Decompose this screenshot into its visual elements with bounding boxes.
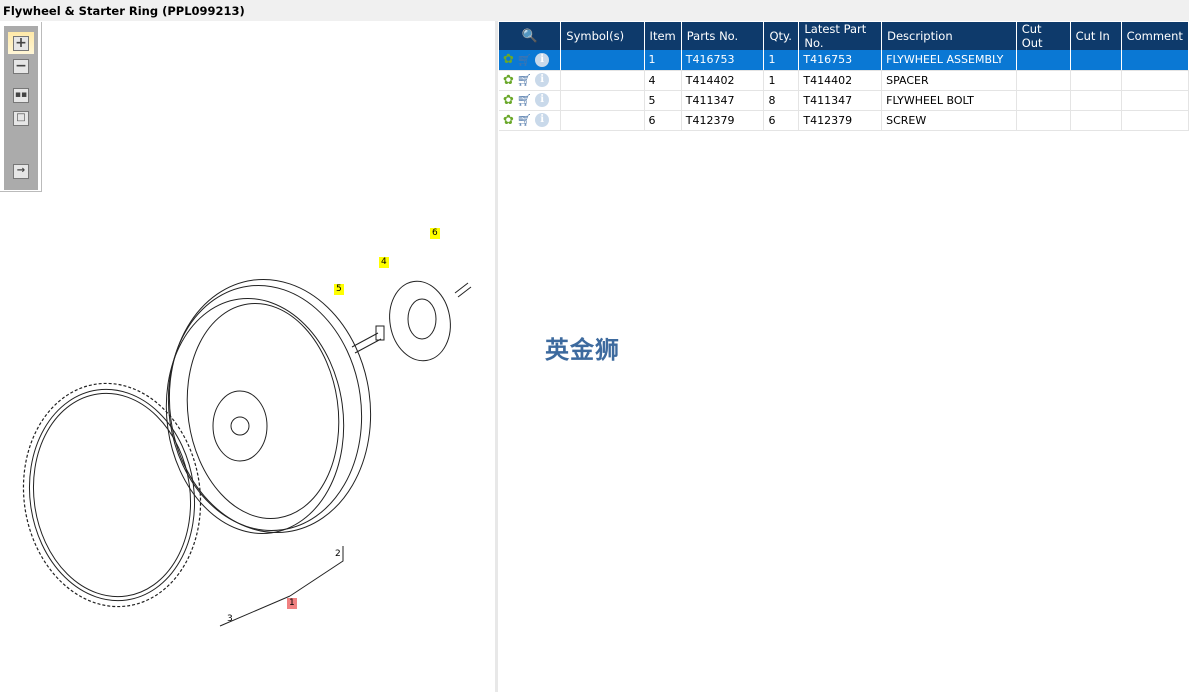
cell-description: FLYWHEEL ASSEMBLY — [881, 50, 1017, 71]
cell-latest: T416753 — [798, 50, 883, 71]
screw — [454, 282, 472, 298]
cart-icon[interactable]: 🛒︎ — [517, 53, 532, 67]
cell-item: 1 — [644, 50, 682, 71]
cart-icon[interactable]: 🛒︎ — [517, 93, 532, 107]
cell-cut-out — [1016, 50, 1071, 71]
cell-parts-no: T412379 — [681, 110, 765, 131]
cell-cut-in — [1070, 50, 1122, 71]
cell-symbols — [560, 50, 645, 71]
parts-list-panel: 🔍 Symbol(s) Item Parts No. Qty. Latest P… — [498, 21, 1189, 692]
search-icon: 🔍 — [521, 28, 538, 44]
header-parts-no[interactable]: Parts No. — [681, 22, 765, 50]
cell-cut-in — [1070, 110, 1122, 131]
cell-qty: 6 — [763, 110, 800, 131]
cell-comment — [1121, 50, 1189, 71]
header-symbols[interactable]: Symbol(s) — [560, 22, 645, 50]
cell-cut-in — [1070, 70, 1122, 91]
gear-icon[interactable]: ✿ — [503, 113, 514, 128]
info-icon[interactable]: i — [535, 93, 550, 107]
gear-icon[interactable]: ✿ — [503, 73, 514, 88]
cell-latest: T411347 — [798, 90, 883, 111]
row-actions: ✿ 🛒︎ i — [499, 90, 562, 111]
cell-symbols — [560, 90, 645, 111]
header-comment[interactable]: Comment — [1121, 22, 1189, 50]
parts-table: 🔍 Symbol(s) Item Parts No. Qty. Latest P… — [499, 22, 1189, 131]
header-item[interactable]: Item — [644, 22, 682, 50]
cell-cut-out — [1016, 70, 1071, 91]
header-search[interactable]: 🔍 — [499, 22, 562, 50]
cell-comment — [1121, 70, 1189, 91]
cart-icon[interactable]: 🛒︎ — [517, 113, 532, 127]
spacer — [389, 280, 451, 362]
cell-qty: 1 — [763, 70, 800, 91]
row-actions: ✿ 🛒︎ i — [499, 110, 562, 131]
table-row[interactable]: ✿ 🛒︎ i 1 T416753 1 T416753 FLYWHEEL ASSEMBLY — [499, 50, 1189, 71]
cell-comment — [1121, 110, 1189, 131]
gear-icon[interactable]: ✿ — [503, 93, 514, 108]
diagram-panel[interactable]: + − ▪▪ □ → 6 4 5 2 1 3 — [0, 21, 495, 692]
info-icon[interactable]: i — [535, 113, 550, 127]
header-cut-in[interactable]: Cut In — [1070, 22, 1122, 50]
callout-6[interactable]: 6 — [430, 228, 440, 239]
watermark-logo: 英金狮 — [545, 336, 620, 364]
starter-ring-gear — [22, 382, 202, 608]
cell-symbols — [560, 70, 645, 91]
cell-cut-out — [1016, 90, 1071, 111]
header-description[interactable]: Description — [881, 22, 1017, 50]
table-header: 🔍 Symbol(s) Item Parts No. Qty. Latest P… — [499, 22, 1189, 50]
cell-comment — [1121, 90, 1189, 111]
window-title: Flywheel & Starter Ring (PPL099213) — [0, 0, 1189, 21]
cell-parts-no: T416753 — [681, 50, 765, 71]
row-actions: ✿ 🛒︎ i — [499, 50, 562, 71]
callout-1[interactable]: 1 — [287, 598, 297, 609]
assembly-icon[interactable]: ✿ — [503, 52, 514, 67]
callout-4[interactable]: 4 — [379, 257, 389, 268]
cell-item: 4 — [644, 70, 682, 91]
info-icon[interactable]: i — [535, 52, 550, 67]
cell-cut-out — [1016, 110, 1071, 131]
cell-qty: 1 — [763, 50, 800, 71]
cell-parts-no: T414402 — [681, 70, 765, 91]
header-qty[interactable]: Qty. — [763, 22, 800, 50]
info-icon[interactable]: i — [535, 73, 550, 87]
table-row[interactable]: ✿ 🛒︎ i 6 T412379 6 T412379 SCREW — [499, 110, 1189, 131]
callout-2[interactable]: 2 — [333, 549, 343, 560]
cell-latest: T414402 — [798, 70, 883, 91]
cell-description: SCREW — [881, 110, 1017, 131]
cell-cut-in — [1070, 90, 1122, 111]
cell-description: FLYWHEEL BOLT — [881, 90, 1017, 111]
cell-qty: 8 — [763, 90, 800, 111]
table-row[interactable]: ✿ 🛒︎ i 5 T411347 8 T411347 FLYWHEEL BOLT — [499, 90, 1189, 111]
callout-5[interactable]: 5 — [334, 284, 344, 295]
callout-3[interactable]: 3 — [225, 614, 235, 625]
cell-item: 6 — [644, 110, 682, 131]
cart-icon[interactable]: 🛒︎ — [517, 73, 532, 87]
flywheel — [165, 278, 372, 534]
header-cut-out[interactable]: Cut Out — [1016, 22, 1071, 50]
header-latest-part-no[interactable]: Latest Part No. — [798, 22, 883, 50]
cell-parts-no: T411347 — [681, 90, 765, 111]
row-actions: ✿ 🛒︎ i — [499, 70, 562, 91]
cell-latest: T412379 — [798, 110, 883, 131]
flywheel-diagram — [22, 278, 472, 627]
cell-description: SPACER — [881, 70, 1017, 91]
table-row[interactable]: ✿ 🛒︎ i 4 T414402 1 T414402 SPACER — [499, 70, 1189, 91]
cell-symbols — [560, 110, 645, 131]
cell-item: 5 — [644, 90, 682, 111]
